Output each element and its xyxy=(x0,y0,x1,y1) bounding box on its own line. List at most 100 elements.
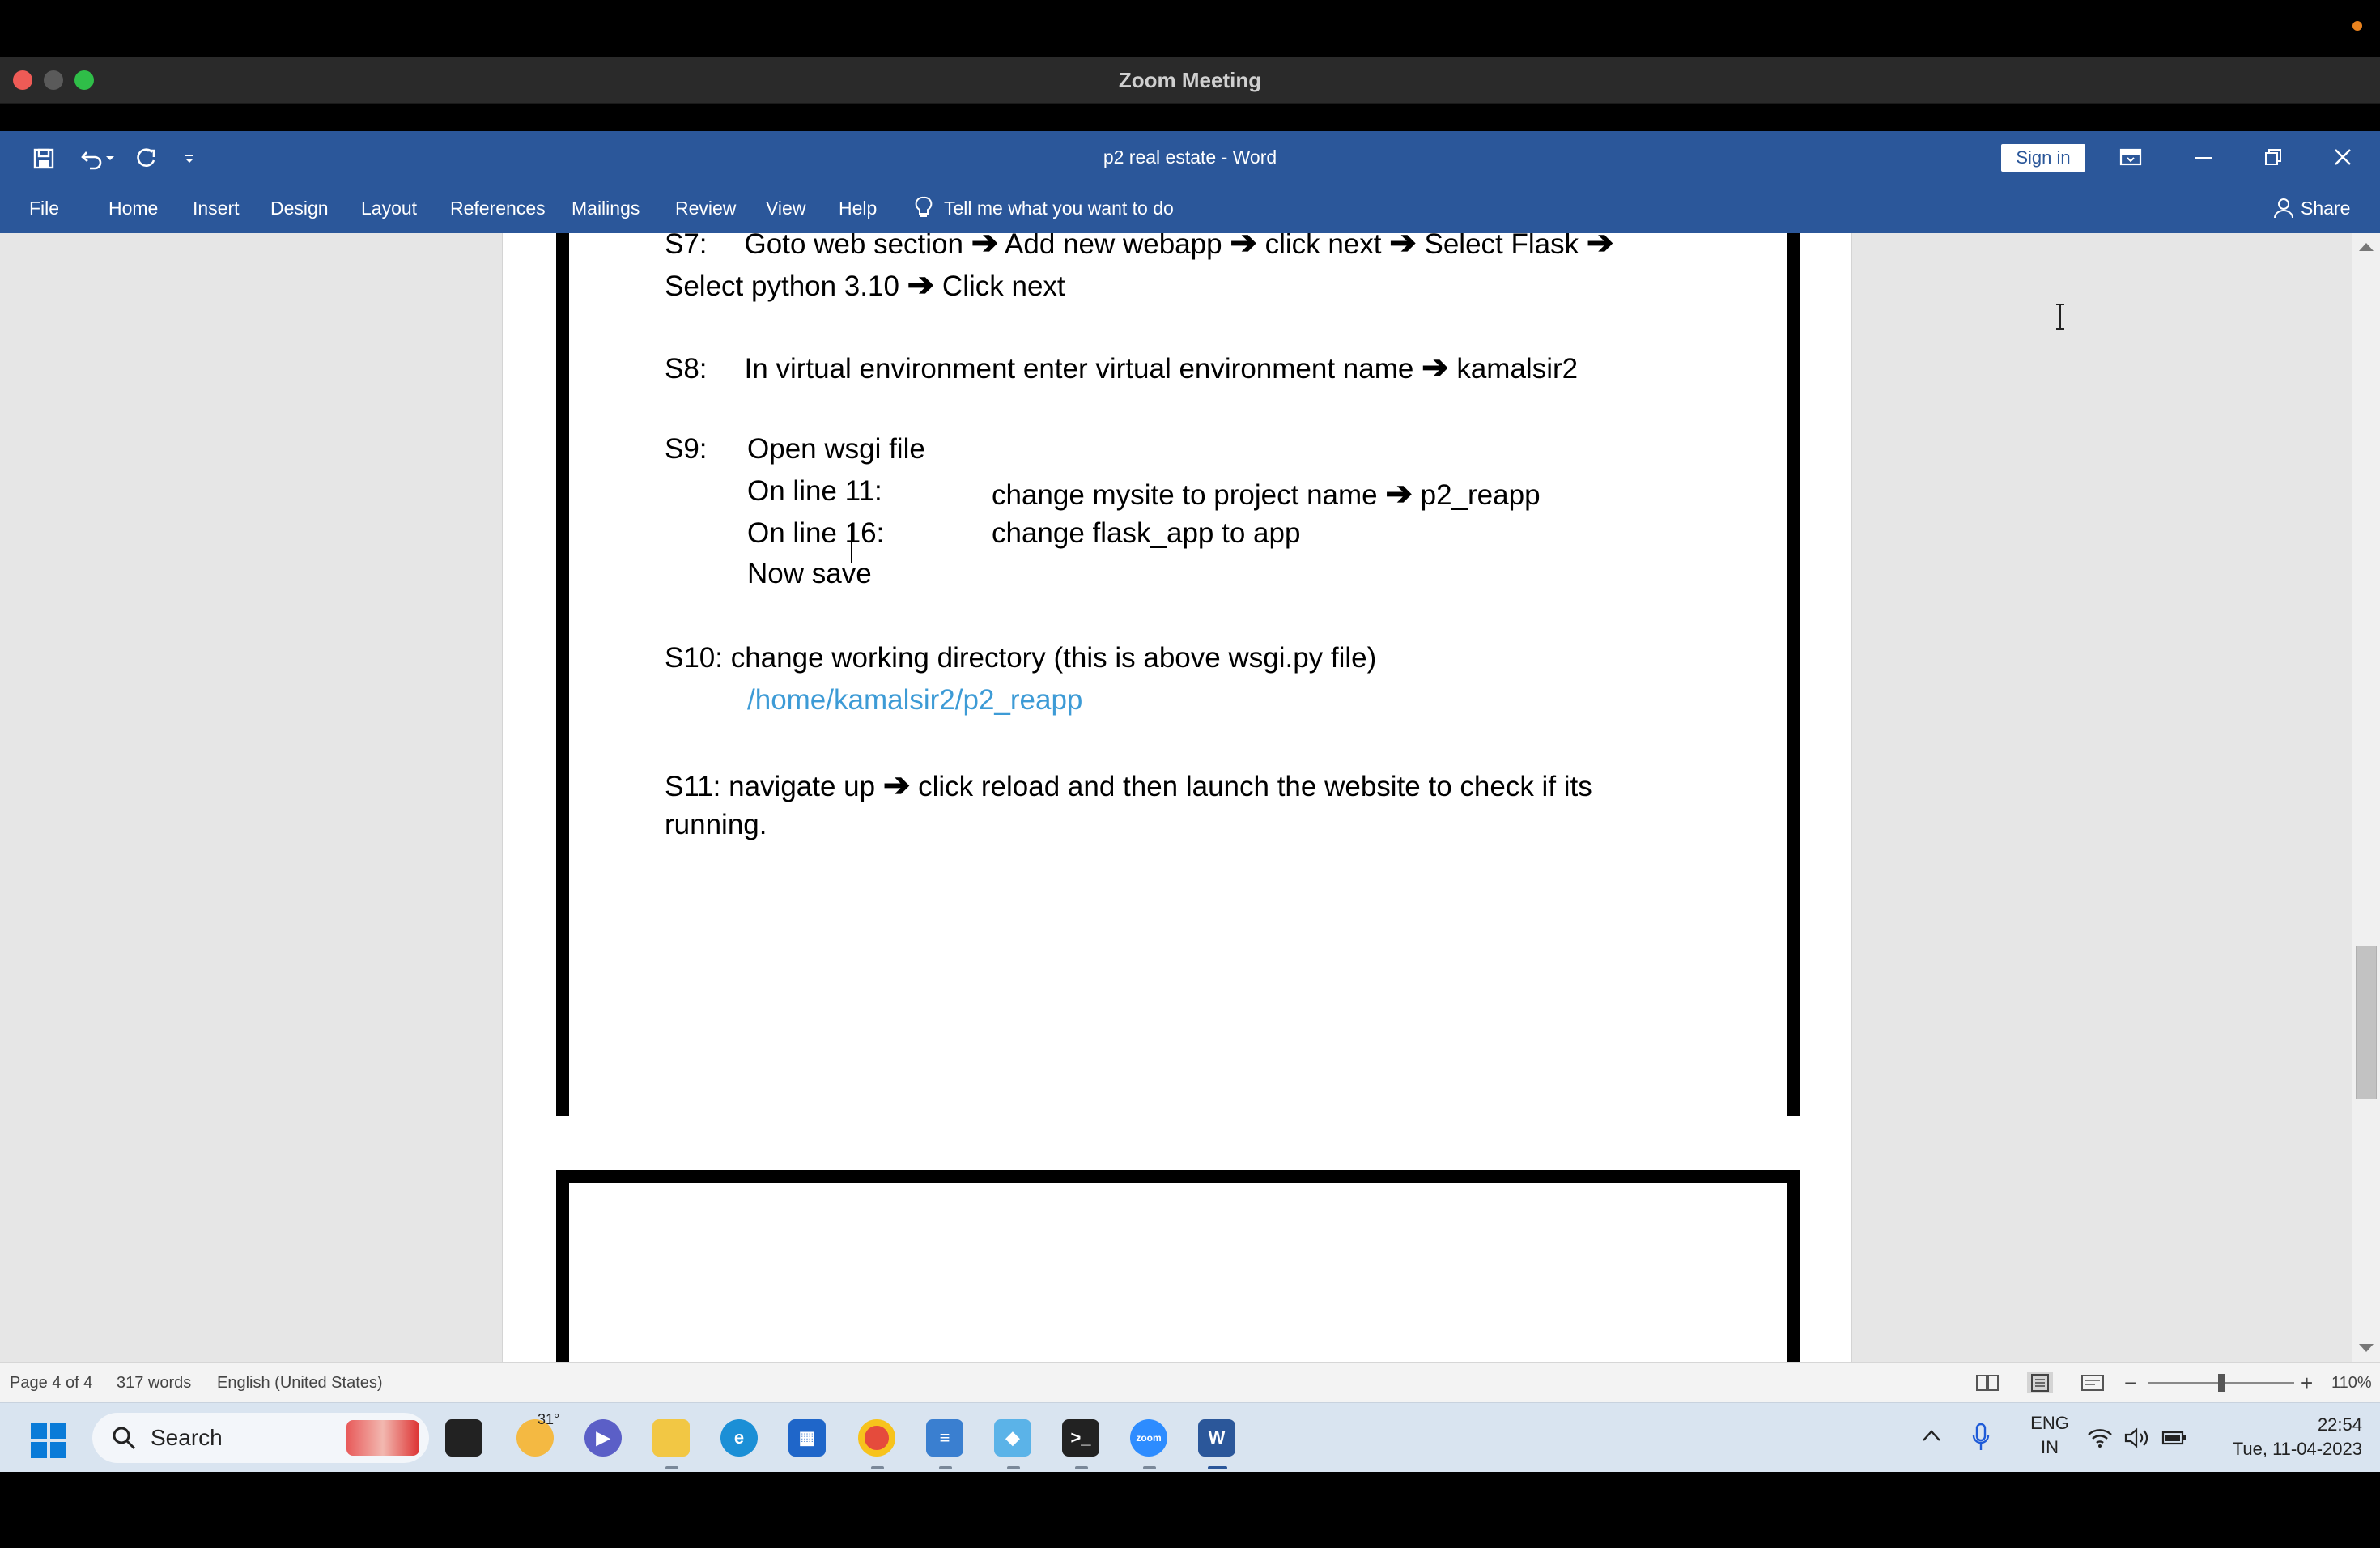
minimize-icon[interactable] xyxy=(2187,141,2220,173)
running-indicator xyxy=(1075,1466,1088,1469)
search-icon xyxy=(113,1427,136,1450)
ribbon-display-options-icon[interactable] xyxy=(2114,141,2147,173)
tab-references[interactable]: References xyxy=(450,183,546,233)
zoom-out-icon[interactable]: − xyxy=(2124,1363,2136,1403)
store-icon[interactable]: ▦ xyxy=(788,1419,826,1457)
text-cursor xyxy=(851,525,852,563)
page-border xyxy=(556,1170,1800,1362)
page-border xyxy=(556,233,1800,1270)
chrome-icon[interactable] xyxy=(858,1419,895,1457)
s11-text-b: click reload and then launch the website… xyxy=(918,771,1592,802)
zoom-slider-handle[interactable] xyxy=(2218,1374,2225,1392)
edge-icon[interactable]: e xyxy=(720,1419,758,1457)
vertical-scrollbar[interactable] xyxy=(2352,233,2380,1362)
arrow-icon: ➔ xyxy=(1586,233,1614,261)
task-view-icon[interactable] xyxy=(445,1419,482,1457)
close-icon[interactable] xyxy=(2327,141,2359,173)
volume-icon[interactable] xyxy=(2124,1427,2150,1448)
share-button[interactable]: Share xyxy=(2273,183,2350,233)
search-highlight-icon xyxy=(346,1420,419,1456)
tab-design[interactable]: Design xyxy=(270,183,329,233)
step-8: S8: In virtual environment enter virtual … xyxy=(665,349,1578,386)
s7-text-b: Add new webapp xyxy=(1005,233,1222,260)
step-7-line-2: Select python 3.10 ➔ Click next xyxy=(665,266,1065,304)
zoom-in-icon[interactable]: + xyxy=(2301,1363,2313,1403)
tab-help[interactable]: Help xyxy=(839,183,877,233)
tell-me-search[interactable]: Tell me what you want to do xyxy=(915,183,1174,233)
word-count[interactable]: 317 words xyxy=(117,1363,191,1403)
s7-text: Goto web section xyxy=(744,233,963,260)
s8-label: S8: xyxy=(665,353,708,385)
tab-home[interactable]: Home xyxy=(108,183,158,233)
language[interactable]: English (United States) xyxy=(217,1363,383,1403)
wifi-icon[interactable] xyxy=(2087,1427,2113,1448)
tab-view[interactable]: View xyxy=(766,183,805,233)
s7-label: S7: xyxy=(665,233,708,260)
windows-start-icon[interactable] xyxy=(31,1423,66,1458)
tab-review[interactable]: Review xyxy=(675,183,736,233)
s7-line2-a: Select python 3.10 xyxy=(665,270,899,302)
region-code: IN xyxy=(2041,1437,2059,1457)
clock-date: Tue, 11-04-2023 xyxy=(2232,1439,2362,1459)
clock[interactable]: 22:54 Tue, 11-04-2023 xyxy=(2208,1413,2362,1461)
s9-line-11-text: change mysite to project name xyxy=(992,479,1378,511)
restore-icon[interactable] xyxy=(2257,141,2289,173)
s10-path-link[interactable]: /home/kamalsir2/p2_reapp xyxy=(747,684,1082,717)
step-10: S10: change working directory (this is a… xyxy=(665,642,1377,674)
sign-in-button[interactable]: Sign in xyxy=(2001,144,2085,172)
step-9-text: Open wsgi file xyxy=(747,433,925,465)
word-icon[interactable]: W xyxy=(1198,1419,1235,1457)
microphone-icon[interactable] xyxy=(1972,1423,1990,1452)
s9-line-11-value: p2_reapp xyxy=(1420,479,1541,511)
tab-layout[interactable]: Layout xyxy=(361,183,417,233)
tab-insert[interactable]: Insert xyxy=(193,183,240,233)
scroll-up-icon[interactable] xyxy=(2359,243,2374,251)
search-label: Search xyxy=(151,1425,223,1450)
notepad-icon[interactable]: ≡ xyxy=(926,1419,963,1457)
s8-text: In virtual environment enter virtual env… xyxy=(744,353,1414,385)
read-mode-icon[interactable] xyxy=(1975,1374,2000,1392)
document-canvas[interactable]: S7: Goto web section ➔ Add new webapp ➔ c… xyxy=(0,233,2380,1362)
arrow-icon: ➔ xyxy=(1422,350,1449,385)
page-count[interactable]: Page 4 of 4 xyxy=(10,1363,92,1403)
clock-time: 22:54 xyxy=(2317,1414,2362,1435)
print-layout-icon[interactable] xyxy=(2027,1372,2053,1393)
taskbar-search[interactable]: Search xyxy=(92,1413,429,1463)
ribbon-tabs: File Home Insert Design Layout Reference… xyxy=(0,183,2380,233)
step-7-line-1: S7: Goto web section ➔ Add new webapp ➔ c… xyxy=(665,233,1613,262)
step-11-line-2: running. xyxy=(665,809,767,840)
active-indicator xyxy=(1208,1466,1227,1469)
battery-icon[interactable] xyxy=(2161,1427,2187,1448)
s9-line-11-action: change mysite to project name ➔ p2_reapp xyxy=(992,475,1541,512)
chevron-up-icon[interactable] xyxy=(1922,1429,1941,1442)
running-indicator xyxy=(939,1466,952,1469)
file-explorer-icon[interactable] xyxy=(652,1419,690,1457)
share-label: Share xyxy=(2301,197,2351,219)
recording-indicator xyxy=(2352,21,2362,31)
language-indicator[interactable]: ENG IN xyxy=(2024,1411,2076,1460)
step-9-label: S9: xyxy=(665,433,708,465)
scroll-down-icon[interactable] xyxy=(2359,1344,2374,1352)
tab-mailings[interactable]: Mailings xyxy=(572,183,640,233)
status-bar: Page 4 of 4 317 words English (United St… xyxy=(0,1362,2380,1402)
zoom-icon[interactable]: zoom xyxy=(1130,1419,1167,1457)
tab-file[interactable]: File xyxy=(29,183,59,233)
scrollbar-thumb[interactable] xyxy=(2356,946,2377,1099)
screen-bottom-bar xyxy=(0,1472,2380,1548)
s8-value: kamalsir2 xyxy=(1456,353,1579,385)
arrow-icon: ➔ xyxy=(1230,233,1257,261)
s7-line2-b: Click next xyxy=(941,270,1065,302)
s9-line-11-label: On line 11: xyxy=(747,475,882,507)
arrow-icon: ➔ xyxy=(971,233,999,261)
terminal-icon[interactable]: >_ xyxy=(1062,1419,1099,1457)
teams-chat-icon[interactable]: ▶ xyxy=(584,1419,622,1457)
zoom-level[interactable]: 110% xyxy=(2331,1363,2372,1403)
arrow-icon: ➔ xyxy=(1385,476,1413,512)
s9-line-16-action: change flask_app to app xyxy=(992,517,1301,549)
zoom-separator xyxy=(0,104,2380,131)
s9-now-save: Now save xyxy=(747,558,872,589)
python-icon[interactable]: ◆ xyxy=(994,1419,1031,1457)
zoom-window-title: Zoom Meeting xyxy=(1118,68,1262,92)
web-layout-icon[interactable] xyxy=(2080,1374,2105,1392)
zoom-window-bar: Zoom Meeting xyxy=(0,57,2380,104)
